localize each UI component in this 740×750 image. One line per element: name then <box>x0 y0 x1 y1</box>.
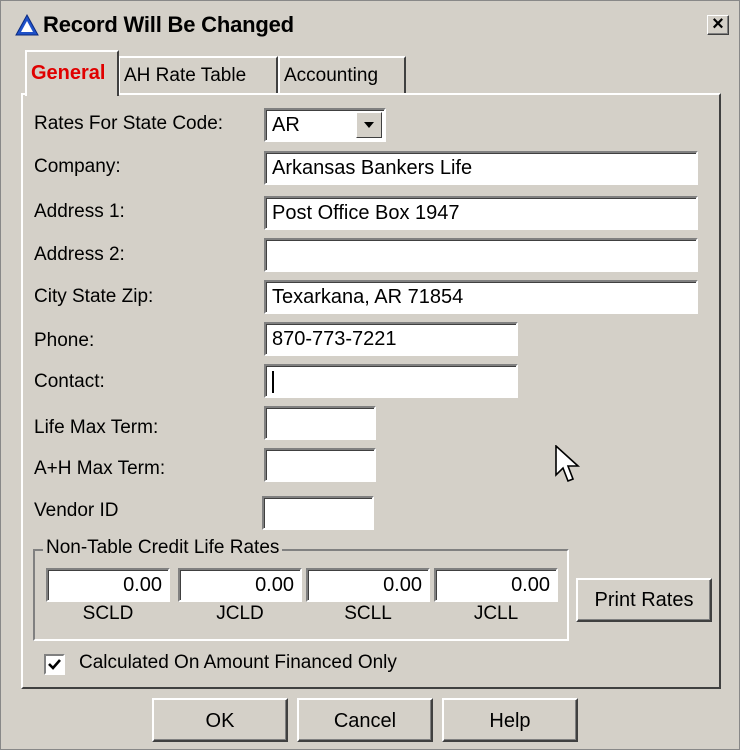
dropdown-arrow-icon[interactable] <box>356 112 382 138</box>
contact-label: Contact: <box>34 371 105 392</box>
calculated-checkbox-label: Calculated On Amount Financed Only <box>79 652 397 673</box>
ah-max-term-field[interactable] <box>264 448 376 482</box>
ok-label: OK <box>205 710 235 732</box>
tab-ah-rate-table[interactable]: AH Rate Table <box>118 56 278 94</box>
address1-field[interactable]: Post Office Box 1947 <box>264 196 698 230</box>
help-button[interactable]: Help <box>442 698 578 742</box>
company-field[interactable]: Arkansas Bankers Life <box>264 151 698 185</box>
tab-ah-rate-table-label: AH Rate Table <box>124 65 247 86</box>
window-title: Record Will Be Changed <box>43 12 294 37</box>
state-code-value: AR <box>272 114 300 136</box>
print-rates-label: Print Rates <box>594 589 694 611</box>
jcll-rate-field[interactable]: 0.00 <box>434 568 558 602</box>
city-state-zip-field[interactable]: Texarkana, AR 71854 <box>264 280 698 314</box>
jcld-label: JCLD <box>216 603 264 624</box>
phone-label: Phone: <box>34 330 95 351</box>
scld-rate-field[interactable]: 0.00 <box>46 568 170 602</box>
scll-label: SCLL <box>344 603 392 624</box>
credit-life-rates-title: Non-Table Credit Life Rates <box>43 537 283 559</box>
close-icon[interactable]: × <box>707 14 729 35</box>
life-max-term-field[interactable] <box>264 406 376 440</box>
scll-rate-field[interactable]: 0.00 <box>306 568 430 602</box>
tab-accounting[interactable]: Accounting <box>278 56 406 94</box>
title-bar[interactable]: Record Will Be Changed × <box>5 5 735 45</box>
print-rates-button[interactable]: Print Rates <box>576 578 712 622</box>
state-code-label: Rates For State Code: <box>34 113 224 134</box>
address1-label: Address 1: <box>34 201 125 222</box>
jcll-label: JCLL <box>473 603 519 624</box>
jcld-rate-field[interactable]: 0.00 <box>178 568 302 602</box>
vendor-id-field[interactable] <box>262 496 374 530</box>
contact-field[interactable] <box>264 364 518 398</box>
vendor-id-label: Vendor ID <box>34 500 119 521</box>
help-label: Help <box>489 710 531 732</box>
scld-label: SCLD <box>82 603 134 624</box>
ah-max-term-label: A+H Max Term: <box>34 458 166 479</box>
ok-button[interactable]: OK <box>152 698 288 742</box>
calculated-checkbox[interactable] <box>44 654 65 675</box>
tab-general-label: General <box>31 62 106 84</box>
city-state-zip-label: City State Zip: <box>34 286 154 307</box>
phone-field[interactable]: 870-773-7221 <box>264 322 518 356</box>
cancel-button[interactable]: Cancel <box>297 698 433 742</box>
company-label: Company: <box>34 156 121 177</box>
state-code-select[interactable]: AR <box>264 108 386 142</box>
checkmark-icon <box>48 659 61 670</box>
app-triangle-icon <box>15 14 39 36</box>
tab-accounting-label: Accounting <box>284 65 379 86</box>
cancel-label: Cancel <box>333 710 397 732</box>
address2-label: Address 2: <box>34 244 125 265</box>
text-caret <box>272 370 274 393</box>
tab-general[interactable]: General <box>25 50 119 96</box>
dialog-window: Record Will Be Changed × General AH Rate… <box>0 0 740 750</box>
life-max-term-label: Life Max Term: <box>34 417 159 438</box>
address2-field[interactable] <box>264 238 698 272</box>
mouse-pointer-icon <box>555 445 581 483</box>
